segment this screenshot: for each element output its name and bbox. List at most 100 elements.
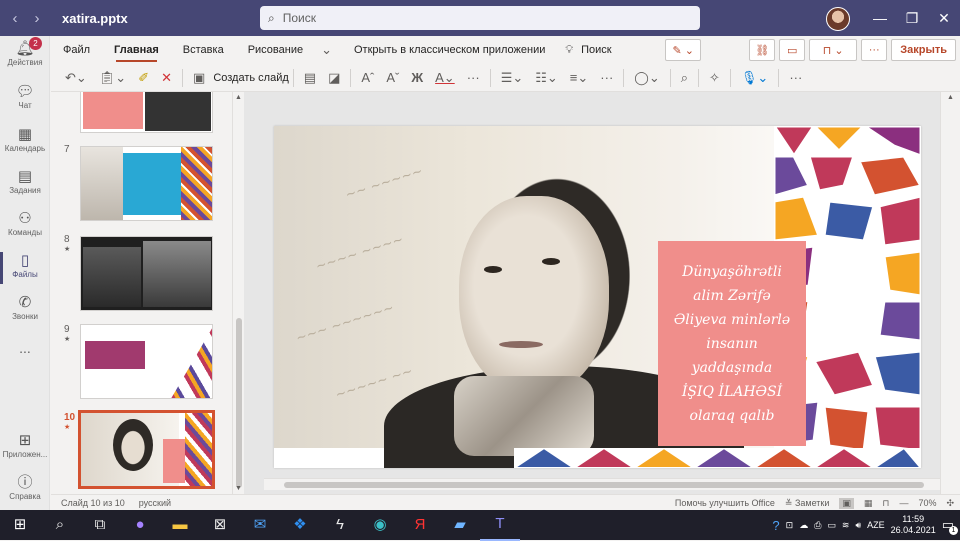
delete-icon[interactable]: ✕ xyxy=(155,64,178,92)
rail-item-label: Приложен... xyxy=(2,450,48,459)
rail-item-teams[interactable]: ⚇ Команды xyxy=(0,210,50,237)
toolbar-more-icon[interactable]: ··· xyxy=(783,64,808,92)
fit-slide-icon[interactable]: ✣ xyxy=(946,498,954,509)
windows-start-icon[interactable]: ⊞ xyxy=(0,510,40,540)
comment-icon[interactable]: ▭ xyxy=(779,39,806,61)
rail-item-chat[interactable]: 💬︎ Чат xyxy=(0,83,50,110)
tab-file[interactable]: Файл xyxy=(51,36,102,64)
zoom-out-icon[interactable]: — xyxy=(899,498,908,508)
thumbnail-scrollbar[interactable]: ▲ ▼ xyxy=(232,92,244,494)
search-input[interactable]: ⌕ Поиск xyxy=(260,6,700,30)
rail-item-activity[interactable]: 🔔︎ 2 Действия xyxy=(0,37,50,67)
volume-icon[interactable]: 🔊︎ xyxy=(855,520,861,531)
font-color-icon[interactable]: A⌄ xyxy=(429,64,461,92)
task-view-icon[interactable]: ⧉ xyxy=(80,510,120,540)
close-button[interactable]: Закрыть xyxy=(891,39,956,61)
tabs-overflow-icon[interactable]: ⌄ xyxy=(315,36,338,64)
language-indicator[interactable]: русский xyxy=(139,498,171,508)
keyboard-language[interactable]: AZE xyxy=(867,520,885,530)
slide-text-box[interactable]: Dünyaşöhrətli alim Zərifə Əliyeva minlər… xyxy=(658,241,806,446)
present-dropdown[interactable]: ⊓ ⌄ xyxy=(809,39,858,61)
battery-icon[interactable]: ▭ xyxy=(827,520,836,531)
more-options-icon[interactable]: ··· xyxy=(861,39,888,61)
more-font-icon[interactable]: ··· xyxy=(461,64,486,92)
mail-icon[interactable]: ✉ xyxy=(240,510,280,540)
notification-icon[interactable]: ▭ 1 xyxy=(942,517,958,535)
zoom-level[interactable]: 70% xyxy=(918,498,936,508)
help-tray-icon[interactable]: ? xyxy=(772,518,779,533)
layout-icon[interactable]: ▤ xyxy=(298,64,322,92)
slide-thumbnail-9[interactable] xyxy=(80,324,213,399)
align-icon[interactable]: ≡⌄ xyxy=(564,64,594,92)
search-placeholder: Поиск xyxy=(282,11,316,25)
minimize-button[interactable]: — xyxy=(864,0,896,36)
shapes-icon[interactable]: ◯⌄ xyxy=(628,64,665,92)
paste-icon[interactable]: 📋︎⌄ xyxy=(93,64,132,92)
avatar[interactable] xyxy=(826,7,850,31)
search-icon[interactable]: ⌕ xyxy=(40,510,80,540)
share-icon[interactable]: ⛓ xyxy=(749,39,776,61)
rail-item-calls[interactable]: ✆ Звонки xyxy=(0,294,50,321)
improve-office-link[interactable]: Помочь улучшить Office xyxy=(675,498,775,508)
designer-icon[interactable]: ✧ xyxy=(703,64,726,92)
back-icon[interactable]: ‹ xyxy=(13,10,18,27)
rail-item-help[interactable]: ⓘ Справка xyxy=(0,474,50,501)
font-shrink-icon[interactable]: Aˇ xyxy=(380,64,405,92)
more-paragraph-icon[interactable]: ··· xyxy=(594,64,619,92)
notes-button[interactable]: ≚ Заметки xyxy=(785,498,829,509)
rail-item-files[interactable]: ▯ Файлы xyxy=(0,252,50,284)
font-grow-icon[interactable]: Aˆ xyxy=(355,64,380,92)
bold-icon[interactable]: Ж xyxy=(405,64,429,92)
open-desktop-button[interactable]: Открыть в классическом приложении xyxy=(354,44,545,56)
yandex-icon[interactable]: Я xyxy=(400,510,440,540)
editor-vertical-scrollbar[interactable]: ▲ xyxy=(940,92,960,494)
file-explorer-icon[interactable]: ▬ xyxy=(160,510,200,540)
slide-thumbnail-7[interactable] xyxy=(80,146,213,221)
assistant-icon[interactable]: ● xyxy=(120,510,160,540)
rail-item-apps[interactable]: ⊞ Приложен... xyxy=(0,432,50,459)
editor-horizontal-scrollbar[interactable] xyxy=(264,478,944,490)
files-icon: ▯ xyxy=(20,252,30,269)
app-icon[interactable]: ϟ xyxy=(320,510,360,540)
close-window-button[interactable]: ✕ xyxy=(928,0,960,36)
store-icon[interactable]: ⊠ xyxy=(200,510,240,540)
tab-insert[interactable]: Вставка xyxy=(171,36,236,64)
pen-dropdown[interactable]: ✎ ⌄ xyxy=(665,39,702,61)
tab-draw[interactable]: Рисование xyxy=(236,36,315,64)
reading-view-icon[interactable]: ⊓ xyxy=(882,498,889,509)
edge-icon[interactable]: ◉ xyxy=(360,510,400,540)
rail-item-calendar[interactable]: ▦ Календарь xyxy=(0,126,50,153)
find-icon[interactable]: ⌕ xyxy=(675,64,694,92)
dropbox-icon[interactable]: ❖ xyxy=(280,510,320,540)
ribbon-search[interactable]: 💡︎ Поиск xyxy=(565,44,611,57)
background-icon[interactable]: ◪ xyxy=(322,64,346,92)
bullets-icon[interactable]: ☰⌄ xyxy=(495,64,530,92)
normal-view-icon[interactable]: ▣ xyxy=(839,497,854,509)
teams-taskbar-icon[interactable]: T xyxy=(480,509,520,541)
format-painter-icon[interactable]: ✐ xyxy=(132,64,155,92)
numbering-icon[interactable]: ☷⌄ xyxy=(529,64,564,92)
slide-thumbnail-8[interactable] xyxy=(80,236,213,311)
tab-home[interactable]: Главная xyxy=(102,36,171,64)
slide-number: 7 xyxy=(64,144,70,155)
sorter-view-icon[interactable]: ▦ xyxy=(864,498,873,509)
rail-item-tasks[interactable]: ▤ Задания xyxy=(0,168,50,195)
forward-icon[interactable]: › xyxy=(35,10,40,27)
cloud-icon[interactable]: ☁ xyxy=(799,520,808,531)
app-rail: 🔔︎ 2 Действия 💬︎ Чат ▦ Календарь ▤ Задан… xyxy=(0,36,50,510)
slide-thumbnail-6[interactable] xyxy=(80,92,213,133)
network-icon[interactable]: ⊡ xyxy=(786,520,794,531)
rail-item-more[interactable]: ... xyxy=(0,340,50,356)
new-slide-button[interactable]: Создать слайд xyxy=(213,72,288,84)
apps-icon: ⊞ xyxy=(18,432,32,449)
undo-icon[interactable]: ↶⌄ xyxy=(59,64,93,92)
printer-icon[interactable]: ⎙ xyxy=(814,520,821,531)
maximize-button[interactable]: ❐ xyxy=(896,0,928,36)
clock[interactable]: 11:59 26.04.2021 xyxy=(891,514,936,536)
dictate-icon[interactable]: 🎙︎⌄ xyxy=(735,64,774,92)
photos-icon[interactable]: ▰ xyxy=(440,510,480,540)
new-slide-icon[interactable]: ▣ xyxy=(187,64,211,92)
slide-thumbnail-10[interactable] xyxy=(78,410,215,489)
wifi-icon[interactable]: ≋ xyxy=(842,520,850,531)
slide-canvas[interactable]: ~~ ~~~~~ ~~~~ ~~~~ ~~~ ~~~~~~ ~~~~~ ~~ D… xyxy=(274,126,921,468)
